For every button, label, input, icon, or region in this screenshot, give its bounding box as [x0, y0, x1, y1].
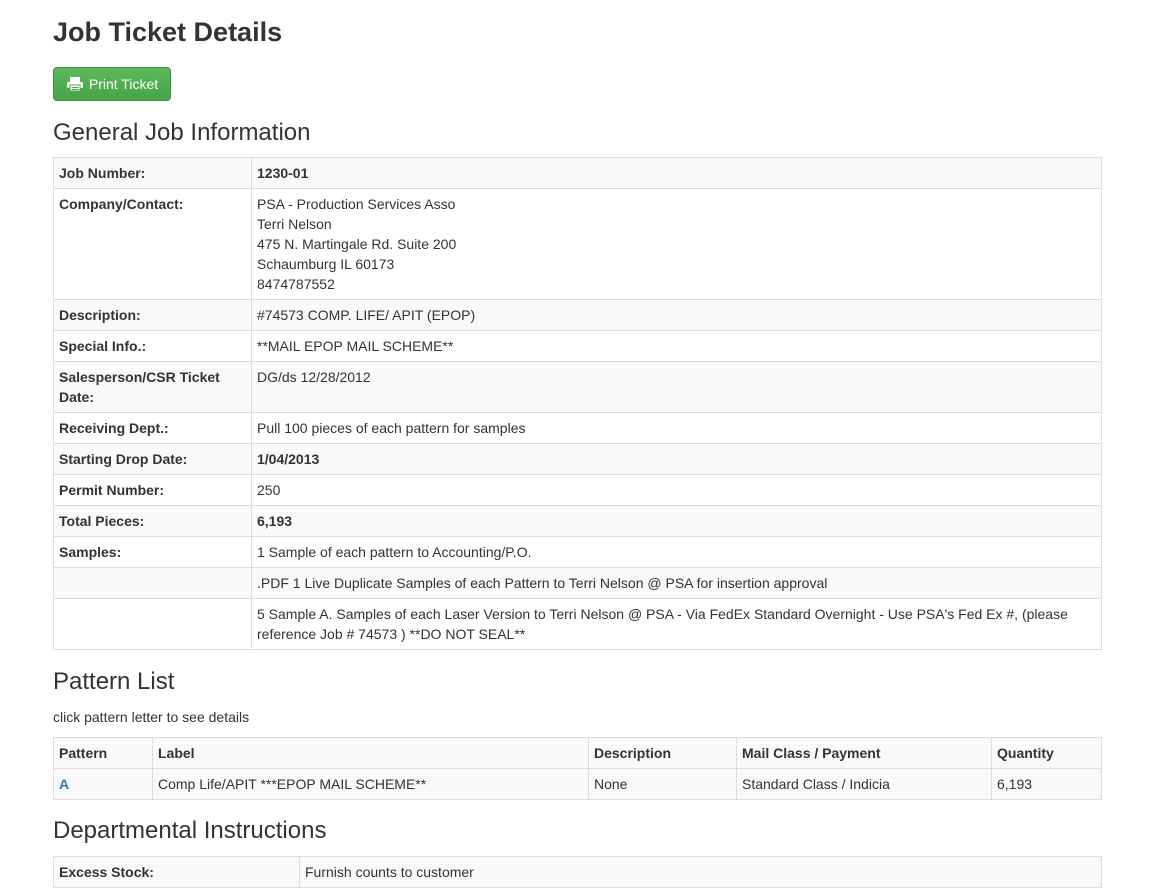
pattern-hint: click pattern letter to see details [53, 709, 250, 725]
pattern-link-a[interactable]: A [59, 776, 69, 792]
column-header-pattern: Pattern [53, 737, 153, 769]
table-row: Special Info.: **MAIL EPOP MAIL SCHEME** [53, 330, 1102, 362]
company-contact-value: PSA - Production Services Asso Terri Nel… [251, 188, 1102, 300]
pattern-list-heading: Pattern List [53, 668, 175, 695]
table-row: Company/Contact: PSA - Production Servic… [53, 188, 1102, 300]
pattern-label-cell: Comp Life/APIT ***EPOP MAIL SCHEME** [152, 768, 589, 800]
total-pieces-value: 6,193 [251, 505, 1102, 537]
salesperson-label: Salesperson/CSR Ticket Date: [53, 361, 252, 413]
permit-number-label: Permit Number: [53, 474, 252, 506]
table-row: Receiving Dept.: Pull 100 pieces of each… [53, 412, 1102, 444]
table-row: Permit Number: 250 [53, 474, 1102, 506]
column-header-quantity: Quantity [991, 737, 1102, 769]
sample-line: 5 Sample A. Samples of each Laser Versio… [251, 598, 1102, 650]
departmental-table: Excess Stock: Furnish counts to customer [53, 856, 1102, 888]
table-row: Total Pieces: 6,193 [53, 505, 1102, 537]
departmental-heading: Departmental Instructions [53, 817, 327, 844]
description-label: Description: [53, 299, 252, 331]
excess-stock-value: Furnish counts to customer [299, 856, 1102, 888]
pattern-quantity-cell: 6,193 [991, 768, 1102, 800]
empty-cell [53, 567, 252, 599]
company-name: PSA - Production Services Asso [257, 196, 456, 212]
column-header-mail-class: Mail Class / Payment [736, 737, 992, 769]
table-row: Samples: 1 Sample of each pattern to Acc… [53, 536, 1102, 568]
contact-name: Terri Nelson [257, 216, 332, 232]
table-row: .PDF 1 Live Duplicate Samples of each Pa… [53, 567, 1102, 599]
table-row: Starting Drop Date: 1/04/2013 [53, 443, 1102, 475]
drop-date-value: 1/04/2013 [251, 443, 1102, 475]
description-value: #74573 COMP. LIFE/ APIT (EPOP) [251, 299, 1102, 331]
sample-line: 1 Sample of each pattern to Accounting/P… [251, 536, 1102, 568]
general-info-table: Job Number: 1230-01 Company/Contact: PSA… [53, 157, 1102, 650]
print-ticket-label: Print Ticket [88, 76, 159, 92]
table-row: Salesperson/CSR Ticket Date: DG/ds 12/28… [53, 361, 1102, 413]
job-number-value: 1230-01 [251, 157, 1102, 189]
permit-number-value: 250 [251, 474, 1102, 506]
empty-cell [53, 598, 252, 650]
table-row: A Comp Life/APIT ***EPOP MAIL SCHEME** N… [53, 768, 1102, 800]
special-info-label: Special Info.: [53, 330, 252, 362]
phone-number: 8474787552 [257, 276, 335, 292]
table-row: Job Number: 1230-01 [53, 157, 1102, 189]
table-row: Excess Stock: Furnish counts to customer [53, 856, 1102, 888]
table-row: Description: #74573 COMP. LIFE/ APIT (EP… [53, 299, 1102, 331]
pattern-cell: A [53, 768, 153, 800]
samples-label: Samples: [53, 536, 252, 568]
column-header-description: Description [588, 737, 737, 769]
drop-date-label: Starting Drop Date: [53, 443, 252, 475]
column-header-label: Label [152, 737, 589, 769]
excess-stock-label: Excess Stock: [53, 856, 300, 888]
page-title: Job Ticket Details [53, 17, 283, 47]
table-header-row: Pattern Label Description Mail Class / P… [53, 737, 1102, 769]
salesperson-value: DG/ds 12/28/2012 [251, 361, 1102, 413]
job-number-label: Job Number: [53, 157, 252, 189]
pattern-table: Pattern Label Description Mail Class / P… [53, 737, 1102, 800]
receiving-dept-value: Pull 100 pieces of each pattern for samp… [251, 412, 1102, 444]
street-address: 475 N. Martingale Rd. Suite 200 [257, 236, 457, 252]
print-ticket-button[interactable]: Print Ticket [53, 67, 171, 101]
company-label: Company/Contact: [53, 188, 252, 300]
total-pieces-label: Total Pieces: [53, 505, 252, 537]
printer-icon [66, 76, 84, 92]
city-state-zip: Schaumburg IL 60173 [257, 256, 395, 272]
table-row: 5 Sample A. Samples of each Laser Versio… [53, 598, 1102, 650]
special-info-value: **MAIL EPOP MAIL SCHEME** [251, 330, 1102, 362]
sample-line: .PDF 1 Live Duplicate Samples of each Pa… [251, 567, 1102, 599]
pattern-description-cell: None [588, 768, 737, 800]
receiving-dept-label: Receiving Dept.: [53, 412, 252, 444]
general-info-heading: General Job Information [53, 119, 311, 146]
pattern-mail-class-cell: Standard Class / Indicia [736, 768, 992, 800]
